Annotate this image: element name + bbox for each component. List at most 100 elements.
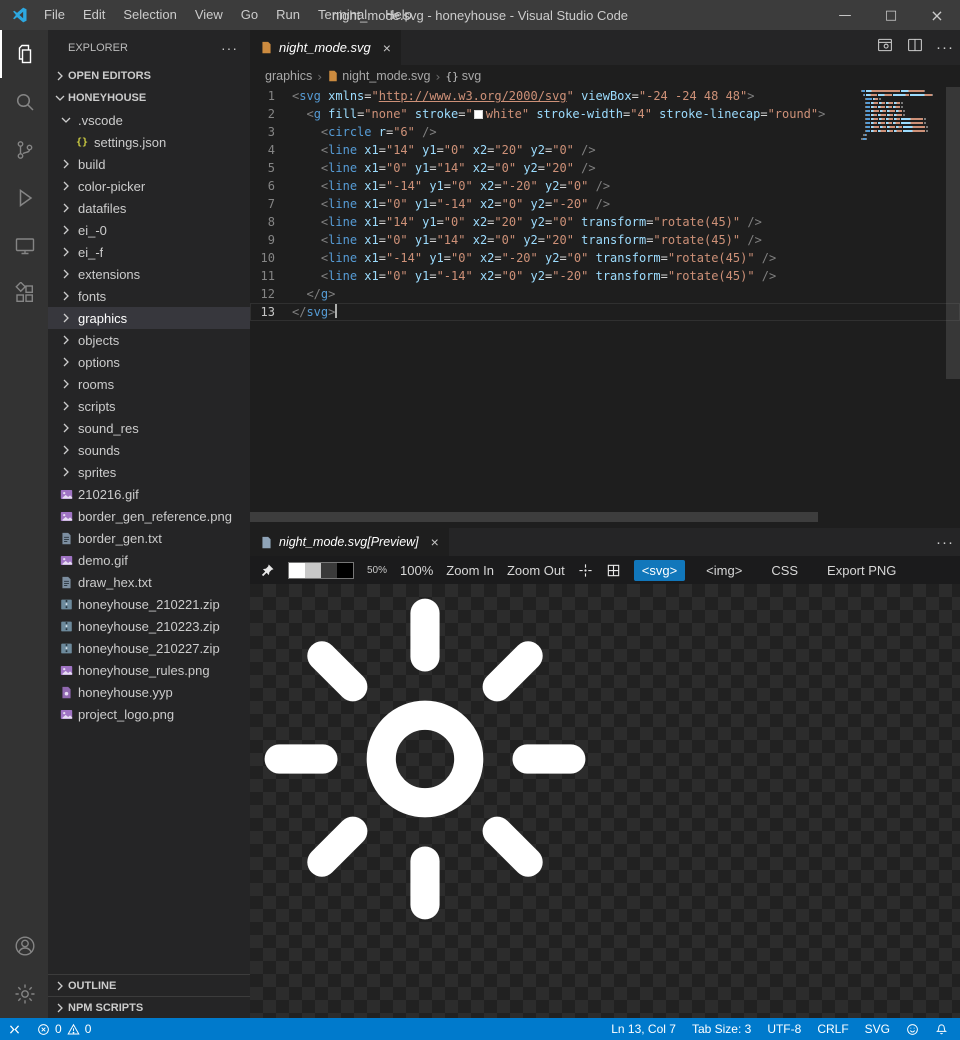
code-editor[interactable]: 1<svg xmlns="http://www.w3.org/2000/svg"… bbox=[250, 87, 960, 528]
file-border_gen_reference.png[interactable]: border_gen_reference.png bbox=[48, 505, 250, 527]
folder-sound_res[interactable]: sound_res bbox=[48, 417, 250, 439]
folder-sounds[interactable]: sounds bbox=[48, 439, 250, 461]
code-line-9[interactable]: 9 <line x1="0" y1="14" x2="0" y2="20" tr… bbox=[250, 231, 960, 249]
tab-night-mode-svg-preview[interactable]: night_mode.svg[Preview] × bbox=[250, 528, 449, 556]
folder-extensions[interactable]: extensions bbox=[48, 263, 250, 285]
grid-icon[interactable] bbox=[606, 563, 621, 578]
eol-sequence[interactable]: CRLF bbox=[809, 1018, 856, 1040]
code-line-11[interactable]: 11 <line x1="0" y1="-14" x2="0" y2="-20"… bbox=[250, 267, 960, 285]
bg-swatch-3[interactable] bbox=[337, 563, 353, 578]
minimize-button[interactable]: — bbox=[822, 0, 868, 30]
indentation[interactable]: Tab Size: 3 bbox=[684, 1018, 759, 1040]
mode-exportpng-button[interactable]: Export PNG bbox=[819, 560, 904, 581]
menu-run[interactable]: Run bbox=[267, 0, 309, 30]
code-line-5[interactable]: 5 <line x1="0" y1="14" x2="0" y2="20" /> bbox=[250, 159, 960, 177]
pin-icon[interactable] bbox=[260, 563, 275, 578]
file-settings.json[interactable]: {}settings.json bbox=[48, 131, 250, 153]
feedback-icon[interactable] bbox=[898, 1018, 927, 1040]
folder-color-picker[interactable]: color-picker bbox=[48, 175, 250, 197]
file-border_gen.txt[interactable]: border_gen.txt bbox=[48, 527, 250, 549]
mode-svg-button[interactable]: <svg> bbox=[634, 560, 685, 581]
folder-graphics[interactable]: graphics bbox=[48, 307, 250, 329]
zoom-level[interactable]: 100% bbox=[400, 563, 433, 578]
breadcrumb-graphics[interactable]: graphics bbox=[265, 69, 312, 83]
bg-swatch-1[interactable] bbox=[305, 563, 321, 578]
remote-explorer-icon[interactable] bbox=[0, 222, 48, 270]
svg-preview-canvas[interactable] bbox=[250, 584, 960, 1018]
code-line-8[interactable]: 8 <line x1="14" y1="0" x2="20" y2="0" tr… bbox=[250, 213, 960, 231]
menu-view[interactable]: View bbox=[186, 0, 232, 30]
problems-indicator[interactable]: 0 0 bbox=[29, 1018, 99, 1040]
account-icon[interactable] bbox=[0, 922, 48, 970]
vertical-scrollbar[interactable] bbox=[946, 87, 960, 379]
maximize-button[interactable]: □ bbox=[868, 0, 914, 30]
code-line-1[interactable]: 1<svg xmlns="http://www.w3.org/2000/svg"… bbox=[250, 87, 960, 105]
file-honeyhouse_rules.png[interactable]: honeyhouse_rules.png bbox=[48, 659, 250, 681]
folder-ei_-0[interactable]: ei_-0 bbox=[48, 219, 250, 241]
search-icon[interactable] bbox=[0, 78, 48, 126]
explorer-icon[interactable] bbox=[0, 30, 48, 78]
file-honeyhouse.yyp[interactable]: honeyhouse.yyp bbox=[48, 681, 250, 703]
split-editor-icon[interactable] bbox=[906, 36, 924, 59]
folder-rooms[interactable]: rooms bbox=[48, 373, 250, 395]
explorer-more-actions-icon[interactable]: ··· bbox=[221, 40, 238, 56]
folder-.vscode[interactable]: .vscode bbox=[48, 109, 250, 131]
settings-icon[interactable] bbox=[0, 970, 48, 1018]
bg-swatch-0[interactable] bbox=[289, 563, 305, 578]
breadcrumb-night-mode-svg[interactable]: night_mode.svg bbox=[327, 69, 430, 83]
code-line-3[interactable]: 3 <circle r="6" /> bbox=[250, 123, 960, 141]
section-workspace-honeyhouse[interactable]: HONEYHOUSE bbox=[48, 87, 250, 109]
breadcrumb-svg[interactable]: {}svg bbox=[446, 69, 482, 83]
tab-night-mode-svg[interactable]: night_mode.svg × bbox=[250, 30, 401, 65]
notifications-bell-icon[interactable] bbox=[927, 1018, 956, 1040]
file-honeyhouse_210221.zip[interactable]: honeyhouse_210221.zip bbox=[48, 593, 250, 615]
more-actions-icon[interactable]: ··· bbox=[936, 534, 954, 551]
encoding[interactable]: UTF-8 bbox=[759, 1018, 809, 1040]
run-debug-icon[interactable] bbox=[0, 174, 48, 222]
zoom-in-button[interactable]: Zoom In bbox=[446, 563, 494, 578]
file-project_logo.png[interactable]: project_logo.png bbox=[48, 703, 250, 725]
cursor-position[interactable]: Ln 13, Col 7 bbox=[603, 1018, 684, 1040]
background-color-picker[interactable] bbox=[288, 562, 354, 579]
mode-css-button[interactable]: CSS bbox=[763, 560, 806, 581]
file-demo.gif[interactable]: demo.gif bbox=[48, 549, 250, 571]
menu-file[interactable]: File bbox=[35, 0, 74, 30]
menu-edit[interactable]: Edit bbox=[74, 0, 114, 30]
folder-sprites[interactable]: sprites bbox=[48, 461, 250, 483]
horizontal-scrollbar[interactable] bbox=[250, 512, 818, 522]
zoom-out-button[interactable]: Zoom Out bbox=[507, 563, 565, 578]
center-icon[interactable] bbox=[578, 563, 593, 578]
close-tab-icon[interactable]: × bbox=[431, 534, 439, 550]
more-actions-icon[interactable]: ··· bbox=[936, 39, 954, 56]
section-outline[interactable]: OUTLINE bbox=[48, 974, 250, 996]
code-line-10[interactable]: 10 <line x1="-14" y1="0" x2="-20" y2="0"… bbox=[250, 249, 960, 267]
file-draw_hex.txt[interactable]: draw_hex.txt bbox=[48, 571, 250, 593]
file-210216.gif[interactable]: 210216.gif bbox=[48, 483, 250, 505]
source-control-icon[interactable] bbox=[0, 126, 48, 174]
code-line-2[interactable]: 2 <g fill="none" stroke="white" stroke-w… bbox=[250, 105, 960, 123]
menu-selection[interactable]: Selection bbox=[114, 0, 185, 30]
section-open-editors[interactable]: OPEN EDITORS bbox=[48, 65, 250, 87]
code-line-7[interactable]: 7 <line x1="0" y1="-14" x2="0" y2="-20" … bbox=[250, 195, 960, 213]
folder-ei_-f[interactable]: ei_-f bbox=[48, 241, 250, 263]
extensions-icon[interactable] bbox=[0, 270, 48, 318]
close-tab-icon[interactable]: × bbox=[383, 40, 391, 56]
menu-go[interactable]: Go bbox=[232, 0, 267, 30]
code-line-6[interactable]: 6 <line x1="-14" y1="0" x2="-20" y2="0" … bbox=[250, 177, 960, 195]
close-window-button[interactable]: × bbox=[914, 0, 960, 30]
folder-datafiles[interactable]: datafiles bbox=[48, 197, 250, 219]
folder-fonts[interactable]: fonts bbox=[48, 285, 250, 307]
file-honeyhouse_210223.zip[interactable]: honeyhouse_210223.zip bbox=[48, 615, 250, 637]
file-honeyhouse_210227.zip[interactable]: honeyhouse_210227.zip bbox=[48, 637, 250, 659]
code-line-13[interactable]: 13</svg> bbox=[250, 303, 960, 321]
remote-indicator[interactable] bbox=[0, 1018, 29, 1040]
open-preview-icon[interactable] bbox=[876, 36, 894, 59]
code-line-12[interactable]: 12 </g> bbox=[250, 285, 960, 303]
zoom-preset-50[interactable]: 50% bbox=[367, 565, 387, 576]
folder-options[interactable]: options bbox=[48, 351, 250, 373]
section-npm-scripts[interactable]: NPM SCRIPTS bbox=[48, 996, 250, 1018]
folder-build[interactable]: build bbox=[48, 153, 250, 175]
minimap[interactable] bbox=[861, 90, 945, 142]
bg-swatch-2[interactable] bbox=[321, 563, 337, 578]
language-mode[interactable]: SVG bbox=[857, 1018, 898, 1040]
